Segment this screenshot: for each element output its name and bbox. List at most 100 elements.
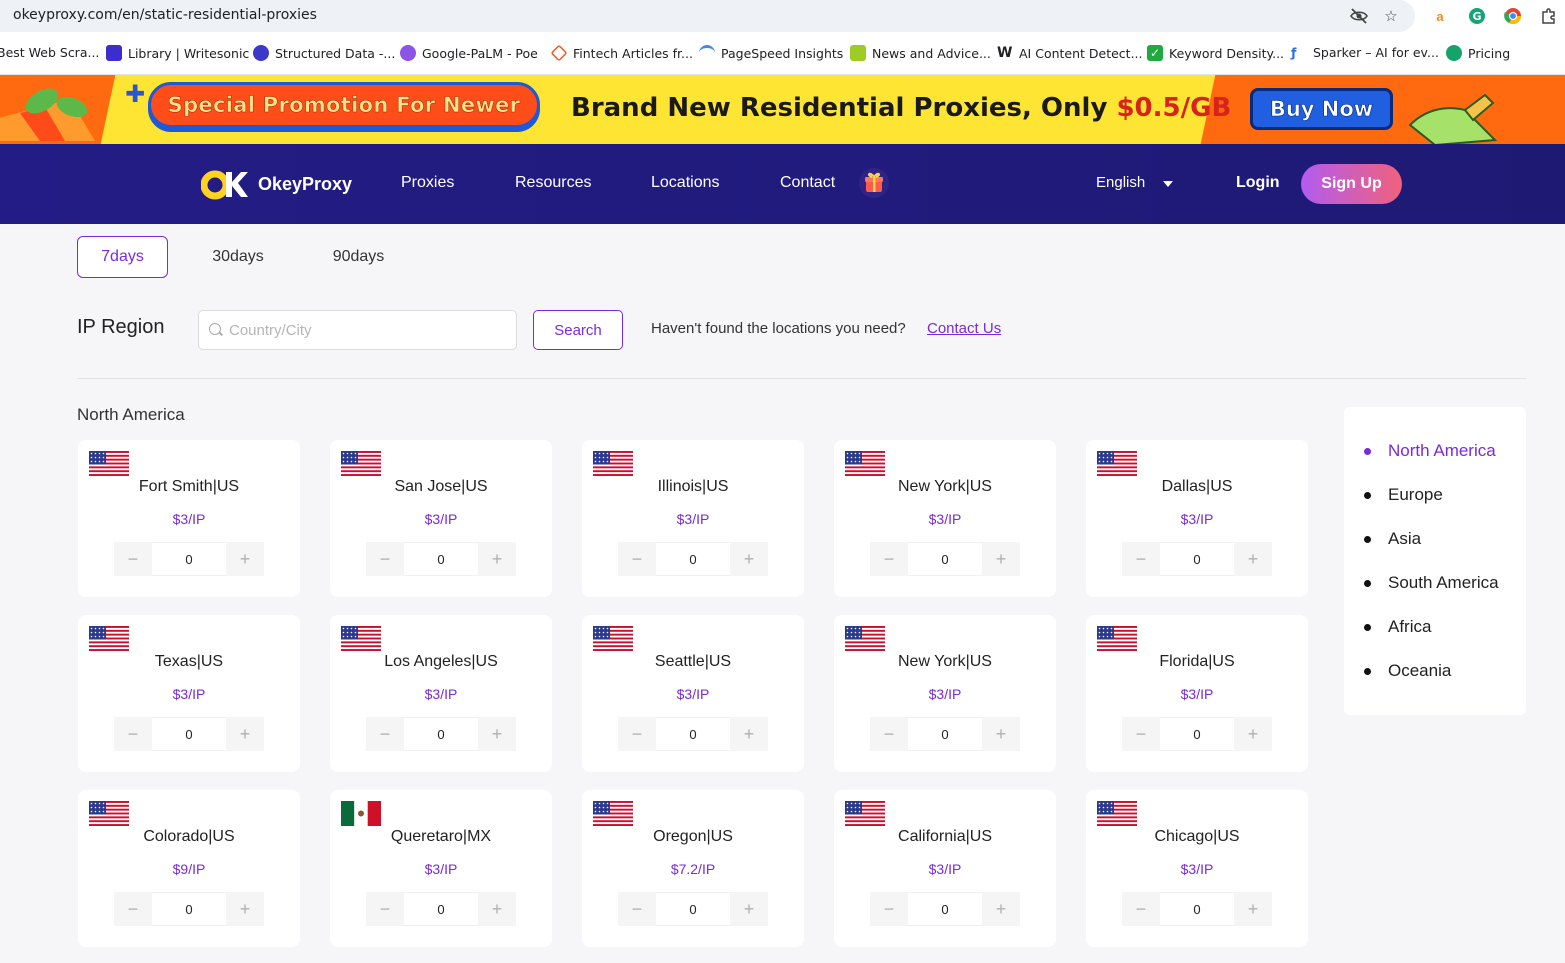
minus-button[interactable]: − — [114, 717, 152, 751]
quantity-input[interactable]: 0 — [404, 892, 478, 926]
minus-button[interactable]: − — [1122, 542, 1160, 576]
nav-locations[interactable]: Locations — [651, 174, 720, 192]
quantity-input[interactable]: 0 — [908, 892, 982, 926]
quantity-input[interactable]: 0 — [656, 542, 730, 576]
quantity-input[interactable]: 0 — [1160, 542, 1234, 576]
minus-button[interactable]: − — [870, 542, 908, 576]
plus-button[interactable]: + — [982, 542, 1020, 576]
search-input[interactable] — [229, 320, 509, 340]
bookmark-label: PageSpeed Insights — [721, 45, 844, 61]
bookmark-item[interactable]: Structured Data -... — [253, 45, 395, 61]
plus-button[interactable]: + — [1234, 542, 1272, 576]
minus-button[interactable]: − — [870, 717, 908, 751]
okeyproxy-logo-icon[interactable] — [201, 168, 249, 200]
brand-name[interactable]: OkeyProxy — [258, 174, 352, 195]
minus-button[interactable]: − — [618, 542, 656, 576]
plus-button[interactable]: + — [730, 717, 768, 751]
tab-7days[interactable]: 7days — [77, 236, 168, 278]
puzzle-extension-icon[interactable] — [1539, 6, 1559, 26]
plus-button[interactable]: + — [478, 542, 516, 576]
signup-button[interactable]: Sign Up — [1301, 164, 1402, 204]
grammarly-extension-icon[interactable]: G — [1467, 6, 1487, 26]
card-city: Seattle|US — [654, 653, 732, 670]
bookmark-item[interactable]: Pricing — [1446, 45, 1510, 61]
us-flag-icon — [89, 451, 129, 476]
quantity-input[interactable]: 0 — [908, 717, 982, 751]
star-icon[interactable]: ☆ — [1381, 6, 1401, 26]
minus-button[interactable]: − — [1122, 892, 1160, 926]
bookmark-item[interactable]: Google-PaLM - Poe — [400, 45, 538, 61]
chevron-down-icon[interactable] — [1163, 181, 1173, 187]
plus-button[interactable]: + — [982, 717, 1020, 751]
gift-icon[interactable] — [858, 167, 890, 199]
plus-button[interactable]: + — [226, 542, 264, 576]
chrome-extension-icon[interactable] — [1503, 6, 1523, 26]
nav-proxies[interactable]: Proxies — [401, 174, 454, 192]
nav-resources[interactable]: Resources — [515, 174, 591, 192]
language-selector[interactable]: English — [1096, 174, 1145, 191]
quantity-input[interactable]: 0 — [404, 717, 478, 751]
plus-button[interactable]: + — [730, 892, 768, 926]
quantity-input[interactable]: 0 — [152, 892, 226, 926]
quantity-input[interactable]: 0 — [908, 542, 982, 576]
quantity-stepper: −0 + — [1122, 717, 1272, 751]
quantity-input[interactable]: 0 — [656, 717, 730, 751]
continent-south-america[interactable]: South America — [1364, 573, 1499, 593]
quantity-input[interactable]: 0 — [1160, 717, 1234, 751]
plus-button[interactable]: + — [226, 892, 264, 926]
bookmark-item[interactable]: Fintech Articles fr... — [550, 44, 693, 62]
contact-us-link[interactable]: Contact Us — [927, 320, 1001, 337]
login-link[interactable]: Login — [1236, 174, 1280, 192]
minus-button[interactable]: − — [618, 892, 656, 926]
url-text[interactable]: okeyproxy.com/en/static-residential-prox… — [13, 7, 317, 23]
us-flag-icon — [89, 626, 129, 651]
minus-button[interactable]: − — [366, 892, 404, 926]
quantity-input[interactable]: 0 — [404, 542, 478, 576]
continent-oceania[interactable]: Oceania — [1364, 661, 1451, 681]
quantity-input[interactable]: 0 — [152, 717, 226, 751]
location-card: Chicago|US $3/IP −0 + — [1086, 790, 1308, 947]
bookmark-item[interactable]: ƒ Sparker – AI for ev... — [1291, 45, 1439, 60]
bookmark-item[interactable]: Best Web Scra... — [0, 45, 99, 60]
poe-favicon — [400, 45, 416, 61]
bookmark-item[interactable]: News and Advice... — [850, 45, 991, 61]
continent-asia[interactable]: Asia — [1364, 529, 1421, 549]
plus-button[interactable]: + — [1234, 717, 1272, 751]
card-city: Los Angeles|US — [384, 653, 498, 670]
quantity-input[interactable]: 0 — [1160, 892, 1234, 926]
quantity-input[interactable]: 0 — [656, 892, 730, 926]
eye-off-icon[interactable] — [1349, 6, 1369, 26]
us-flag-icon — [845, 626, 885, 651]
continent-africa[interactable]: Africa — [1364, 617, 1431, 637]
plus-button[interactable]: + — [1234, 892, 1272, 926]
bookmark-item[interactable]: Library | Writesonic — [106, 45, 249, 61]
minus-button[interactable]: − — [366, 717, 404, 751]
plus-button[interactable]: + — [730, 542, 768, 576]
bookmark-item[interactable]: ✓ Keyword Density... — [1147, 45, 1284, 61]
quantity-input[interactable]: 0 — [152, 542, 226, 576]
continent-europe[interactable]: Europe — [1364, 485, 1443, 505]
nav-contact[interactable]: Contact — [780, 174, 835, 192]
search-button[interactable]: Search — [533, 310, 623, 350]
plus-button[interactable]: + — [226, 717, 264, 751]
quantity-stepper: −0 + — [870, 892, 1020, 926]
country-city-search[interactable] — [198, 310, 517, 350]
minus-button[interactable]: − — [114, 892, 152, 926]
plus-button[interactable]: + — [478, 717, 516, 751]
continent-north-america[interactable]: North America — [1364, 441, 1496, 461]
bookmark-item[interactable]: PageSpeed Insights — [699, 45, 843, 61]
plus-button[interactable]: + — [478, 892, 516, 926]
minus-button[interactable]: − — [618, 717, 656, 751]
minus-button[interactable]: − — [1122, 717, 1160, 751]
plus-button[interactable]: + — [982, 892, 1020, 926]
minus-button[interactable]: − — [366, 542, 404, 576]
minus-button[interactable]: − — [114, 542, 152, 576]
tab-30days[interactable]: 30days — [190, 236, 286, 278]
amazon-extension-icon[interactable]: a — [1430, 6, 1450, 26]
tab-90days[interactable]: 90days — [310, 236, 407, 278]
minus-button[interactable]: − — [870, 892, 908, 926]
buy-now-button[interactable]: Buy Now — [1250, 88, 1393, 130]
location-card: Texas|US $3/IP −0 + — [78, 615, 300, 772]
bookmark-item[interactable]: W AI Content Detect... — [997, 45, 1143, 61]
continent-label: North America — [1388, 441, 1496, 460]
